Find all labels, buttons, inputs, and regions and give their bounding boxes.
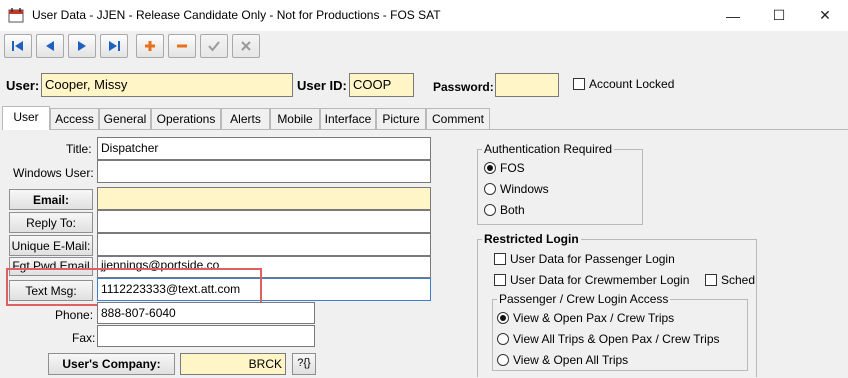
account-locked-label: Account Locked — [589, 77, 675, 91]
first-record-button[interactable] — [4, 34, 32, 58]
tab-general[interactable]: General — [99, 108, 151, 129]
last-record-icon — [109, 41, 120, 51]
passenger-login-checkbox[interactable] — [494, 253, 506, 265]
password-field[interactable] — [495, 73, 559, 97]
auth-fos-label: FOS — [500, 161, 525, 175]
title-label: Title: — [66, 142, 92, 156]
crewmember-login-label: User Data for Crewmember Login — [510, 273, 690, 287]
auth-both-radio[interactable] — [484, 204, 496, 216]
reply-to-field[interactable] — [97, 210, 431, 233]
auth-fos-radio[interactable] — [484, 162, 496, 174]
access-view-open-all-label: View & Open All Trips — [513, 353, 629, 367]
tab-comment[interactable]: Comment — [426, 108, 490, 129]
checkmark-icon — [208, 41, 220, 52]
crewmember-login-checkbox[interactable] — [494, 274, 506, 286]
unique-email-field[interactable] — [97, 233, 431, 256]
company-lookup-button[interactable]: ?{} — [292, 353, 316, 375]
auth-windows-radio[interactable] — [484, 183, 496, 195]
fax-field[interactable] — [97, 325, 315, 347]
sched-checkbox[interactable] — [705, 274, 717, 286]
close-button[interactable]: ✕ — [802, 0, 848, 31]
next-record-icon — [78, 41, 86, 51]
user-label: User: — [6, 78, 40, 93]
windows-user-field[interactable] — [97, 160, 431, 183]
phone-label: Phone: — [55, 308, 94, 322]
access-view-open-pax-crew-radio[interactable] — [497, 312, 509, 324]
windows-user-label: Windows User: — [13, 166, 94, 180]
access-view-all-open-pax-crew-radio[interactable] — [497, 333, 509, 345]
first-record-icon — [12, 41, 23, 51]
access-view-all-open-pax-crew-label: View All Trips & Open Pax / Crew Trips — [513, 332, 720, 346]
prev-record-button[interactable] — [36, 34, 64, 58]
user-name-field[interactable]: Cooper, Missy — [41, 73, 293, 97]
cancel-button[interactable] — [232, 34, 260, 58]
email-button[interactable]: Email: — [9, 189, 93, 210]
user-id-label: User ID: — [297, 78, 347, 93]
unique-email-button[interactable]: Unique E-Mail: — [9, 235, 93, 256]
access-view-open-pax-crew-label: View & Open Pax / Crew Trips — [513, 311, 675, 325]
company-field[interactable]: BRCK — [180, 353, 286, 375]
user-id-field[interactable]: COOP — [349, 73, 414, 97]
access-view-open-all-radio[interactable] — [497, 354, 509, 366]
sched-label: Sched — [721, 273, 756, 287]
delete-record-button[interactable] — [168, 34, 196, 58]
post-button[interactable] — [200, 34, 228, 58]
add-record-button[interactable] — [136, 34, 164, 58]
auth-both-label: Both — [500, 203, 525, 217]
plus-icon — [145, 41, 155, 51]
tab-mobile[interactable]: Mobile — [270, 108, 320, 129]
users-company-button[interactable]: User's Company: — [48, 353, 175, 375]
x-icon — [241, 41, 251, 51]
minimize-button[interactable]: — — [710, 0, 756, 31]
prev-record-icon — [46, 41, 54, 51]
last-record-button[interactable] — [100, 34, 128, 58]
text-msg-highlight — [6, 268, 262, 306]
auth-windows-label: Windows — [500, 182, 549, 196]
maximize-button[interactable]: ☐ — [756, 0, 802, 31]
login-access-title: Passenger / Crew Login Access — [497, 292, 671, 306]
window-title: User Data - JJEN - Release Candidate Onl… — [32, 8, 441, 22]
restricted-login-title: Restricted Login — [482, 232, 581, 246]
tab-alerts[interactable]: Alerts — [221, 108, 270, 129]
authentication-group-title: Authentication Required — [482, 142, 615, 156]
tab-operations[interactable]: Operations — [151, 108, 221, 129]
password-label: Password: — [433, 80, 494, 94]
title-field[interactable]: Dispatcher — [97, 137, 431, 160]
fax-label: Fax: — [72, 331, 96, 345]
tab-picture[interactable]: Picture — [376, 108, 426, 129]
app-icon — [8, 7, 24, 23]
email-field[interactable] — [97, 187, 431, 210]
account-locked-checkbox[interactable] — [573, 78, 585, 90]
tab-interface[interactable]: Interface — [320, 108, 376, 129]
tab-access[interactable]: Access — [50, 108, 99, 129]
minus-icon — [177, 44, 187, 48]
next-record-button[interactable] — [68, 34, 96, 58]
reply-to-button[interactable]: Reply To: — [9, 212, 93, 233]
phone-field[interactable]: 888-807-6040 — [97, 302, 315, 324]
passenger-login-label: User Data for Passenger Login — [510, 252, 675, 266]
tab-user[interactable]: User — [2, 106, 50, 130]
